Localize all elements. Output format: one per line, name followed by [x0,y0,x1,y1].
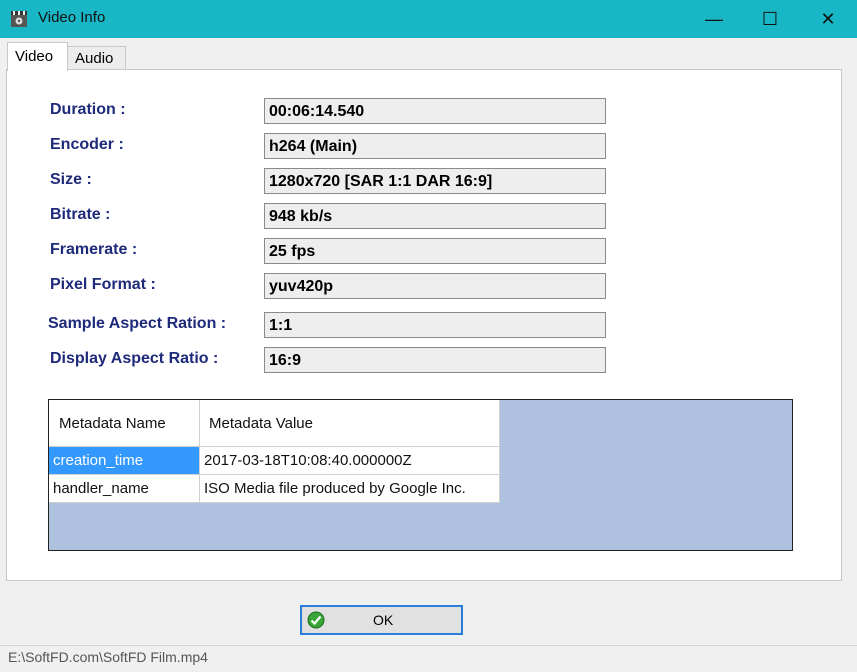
framerate-field[interactable]: 25 fps [264,238,606,264]
display-aspect-ratio-label: Display Aspect Ratio : [50,350,219,367]
table-row[interactable]: handler_name ISO Media file produced by … [49,474,500,503]
window-title: Video Info [38,9,106,26]
duration-field[interactable]: 00:06:14.540 [264,98,606,124]
metadata-value-cell[interactable]: 2017-03-18T10:08:40.000000Z [199,446,500,475]
tab-audio-label: Audio [75,50,114,67]
metadata-grid[interactable]: Metadata Name Metadata Value creation_ti… [48,399,793,551]
status-bar: E:\SoftFD.com\SoftFD Film.mp4 [0,645,857,672]
table-header-row: Metadata Name Metadata Value [49,400,500,447]
metadata-table: Metadata Name Metadata Value creation_ti… [49,400,500,503]
sample-aspect-ratio-field[interactable]: 1:1 [264,312,606,338]
sample-aspect-ratio-label: Sample Aspect Ration : [48,315,227,332]
pixel-format-label: Pixel Format : [50,276,156,293]
bitrate-label: Bitrate : [50,206,111,223]
tab-audio[interactable]: Audio [66,46,126,71]
duration-label: Duration : [50,101,126,118]
minimize-button[interactable]: — [685,0,743,38]
size-label: Size : [50,171,92,188]
metadata-name-cell[interactable]: handler_name [49,474,200,503]
metadata-value-cell[interactable]: ISO Media file produced by Google Inc. [199,474,500,503]
column-header-value[interactable]: Metadata Value [199,400,500,447]
display-aspect-ratio-field[interactable]: 16:9 [264,347,606,373]
size-field[interactable]: 1280x720 [SAR 1:1 DAR 16:9] [264,168,606,194]
framerate-label: Framerate : [50,241,138,258]
tab-video[interactable]: Video [7,42,68,71]
bitrate-field[interactable]: 948 kb/s [264,203,606,229]
encoder-field[interactable]: h264 (Main) [264,133,606,159]
metadata-name-cell[interactable]: creation_time [49,446,200,475]
ok-button[interactable]: OK [300,605,463,635]
pixel-format-field[interactable]: yuv420p [264,273,606,299]
column-header-name[interactable]: Metadata Name [49,400,200,447]
tab-video-label: Video [15,48,54,65]
title-bar: Video Info — ☐ ✕ [0,0,857,38]
check-circle-icon [307,611,325,629]
ok-button-label: OK [373,612,394,628]
file-path: E:\SoftFD.com\SoftFD Film.mp4 [8,649,208,665]
encoder-label: Encoder : [50,136,124,153]
video-tab-panel: Duration : 00:06:14.540 Encoder : h264 (… [6,69,842,581]
film-reel-icon [11,11,27,27]
table-row[interactable]: creation_time 2017-03-18T10:08:40.000000… [49,446,500,475]
close-button[interactable]: ✕ [799,0,857,38]
maximize-button[interactable]: ☐ [741,0,799,38]
